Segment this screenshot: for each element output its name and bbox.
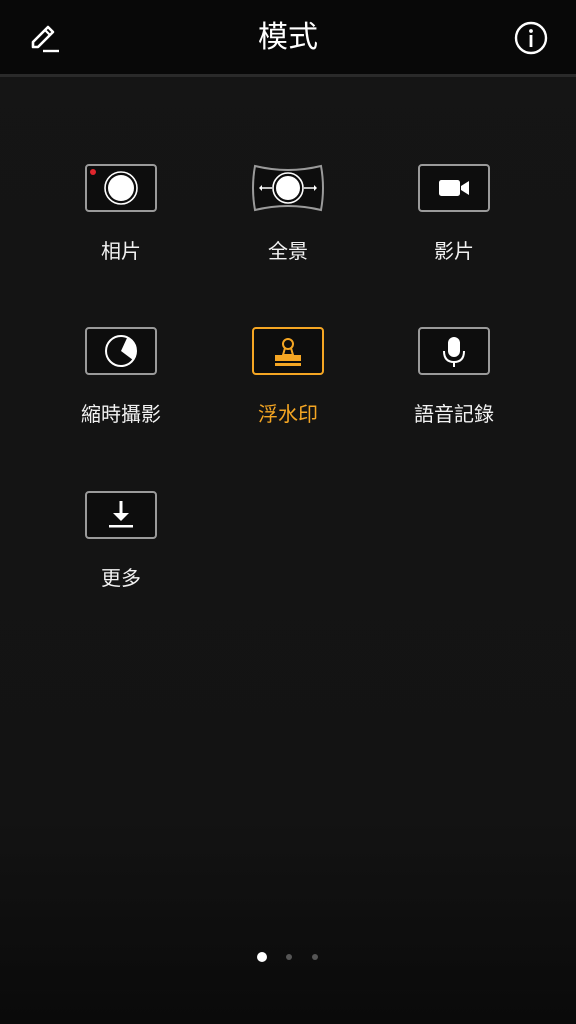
mode-timelapse[interactable]: 縮時攝影: [38, 327, 204, 457]
mode-watermark[interactable]: 浮水印: [205, 327, 371, 457]
mode-label: 語音記錄: [414, 402, 494, 426]
mode-photo[interactable]: 相片: [38, 164, 204, 294]
stamp-icon: [252, 327, 324, 375]
top-bar: 模式: [0, 0, 576, 77]
mode-video[interactable]: 影片: [371, 164, 537, 294]
mode-label: 縮時攝影: [81, 402, 161, 426]
microphone-icon: [418, 327, 490, 375]
mode-label: 浮水印: [258, 402, 318, 426]
page-indicator: [0, 950, 576, 964]
mode-more[interactable]: 更多: [38, 491, 204, 621]
page-title: 模式: [258, 20, 318, 55]
mode-label: 相片: [101, 239, 141, 263]
mode-selection-screen: 模式 相片 全景 影片 縮時攝影 浮水印 語音記錄 更多: [0, 0, 576, 1024]
mode-panorama[interactable]: 全景: [205, 164, 371, 294]
info-circle-icon: [514, 21, 548, 55]
panorama-icon: [252, 164, 324, 212]
mode-voice-record[interactable]: 語音記錄: [371, 327, 537, 457]
page-dot[interactable]: [286, 954, 292, 960]
page-dot[interactable]: [312, 954, 318, 960]
page-dot[interactable]: [257, 952, 267, 962]
timelapse-icon: [85, 327, 157, 375]
download-icon: [85, 491, 157, 539]
mode-label: 更多: [101, 566, 141, 590]
mode-label: 全景: [268, 239, 308, 263]
video-camera-icon: [418, 164, 490, 212]
mode-label: 影片: [434, 239, 474, 263]
camera-shutter-icon: [85, 164, 157, 212]
info-button[interactable]: [511, 18, 551, 58]
